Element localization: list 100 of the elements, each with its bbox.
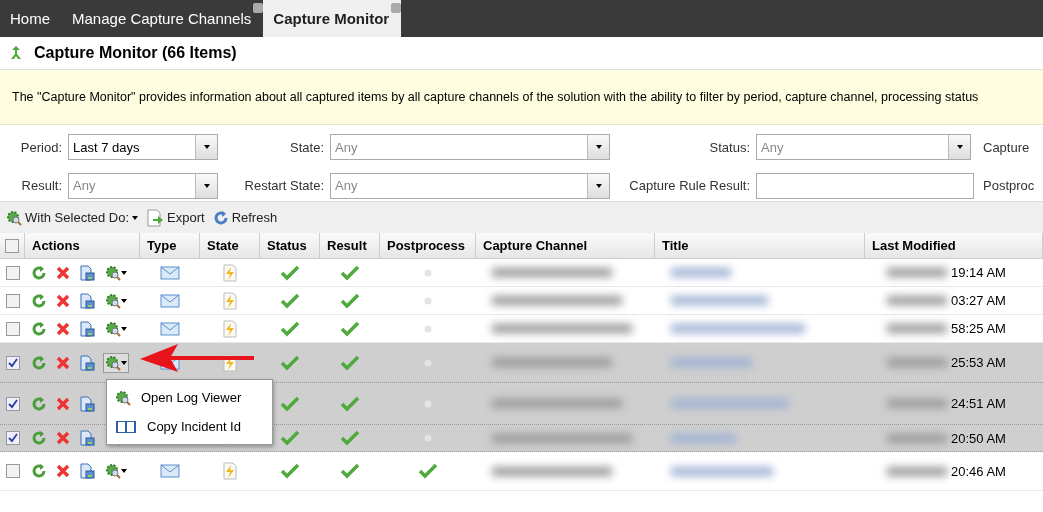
envelope-icon (160, 464, 180, 478)
tick-icon (7, 398, 18, 409)
tab[interactable]: Capture Monitor (263, 0, 402, 37)
filter-select[interactable]: Last 7 days (68, 134, 218, 161)
filter-select[interactable]: Any (330, 172, 610, 199)
toolbar-button[interactable]: With Selected Do: (6, 209, 139, 226)
tick-icon (7, 357, 18, 368)
refresh-icon (31, 264, 47, 281)
envelope-icon (160, 293, 180, 308)
column-header[interactable]: Type (140, 233, 200, 258)
caret-icon (121, 326, 127, 331)
delete-icon (55, 292, 71, 309)
checkmark-icon (340, 264, 360, 281)
log-menu-button[interactable] (103, 461, 129, 481)
refresh-icon (31, 430, 47, 446)
filter-select[interactable]: Any (68, 172, 218, 199)
caret-icon (121, 270, 127, 275)
menu-item[interactable]: Open Log Viewer (107, 383, 272, 412)
toolbar-button[interactable]: Refresh (212, 209, 278, 226)
close-icon[interactable] (253, 3, 264, 13)
export-icon (146, 208, 165, 227)
redacted-text (671, 268, 731, 277)
close-icon[interactable] (391, 3, 402, 13)
checkbox[interactable] (5, 355, 20, 370)
column-header[interactable]: Actions (25, 233, 140, 258)
redacted-text (887, 358, 947, 367)
tab[interactable]: Home (0, 0, 62, 37)
checkmark-icon (280, 320, 300, 337)
delete-icon (55, 264, 71, 281)
caret-icon (203, 145, 210, 150)
toolbar-button[interactable]: Export (146, 208, 205, 227)
column-header[interactable]: Last Modified (865, 233, 1043, 258)
checkbox[interactable] (5, 265, 20, 280)
document-save-icon (79, 430, 95, 446)
delete-icon (55, 395, 71, 412)
refresh-icon (31, 354, 47, 371)
table-cell: 03:27 AM (951, 293, 1006, 308)
gears-icon (6, 209, 22, 226)
checkbox[interactable] (5, 431, 20, 445)
table-row[interactable]: 25:53 AM (0, 343, 1043, 383)
checkmark-icon (280, 430, 300, 446)
filter-label: Result: (20, 178, 62, 194)
tick-icon (7, 433, 18, 443)
column-header[interactable]: Result (320, 233, 380, 258)
checkbox[interactable] (5, 464, 20, 478)
column-header[interactable]: Postprocess (380, 233, 476, 258)
dot-icon (424, 296, 432, 305)
filter-label: Restart State: (243, 178, 324, 194)
column-header[interactable]: Status (260, 233, 320, 258)
caret-icon (121, 360, 127, 365)
table-cell: 24:51 AM (951, 396, 1006, 411)
delete-icon (55, 463, 71, 479)
redacted-text (887, 268, 947, 277)
dot-icon (424, 324, 432, 333)
refresh-icon (31, 292, 47, 309)
caret-icon (121, 469, 127, 473)
refresh-icon (212, 209, 229, 226)
lightning-document-icon (222, 319, 238, 338)
filter-label: Capture (982, 139, 1031, 155)
book-icon (115, 418, 137, 435)
filter-label: Period: (19, 139, 62, 155)
lightning-document-icon (222, 291, 238, 310)
filter-input[interactable] (756, 172, 974, 199)
column-header[interactable]: State (200, 233, 260, 258)
table-cell: 20:46 AM (951, 463, 1006, 479)
checkmark-icon (280, 292, 300, 309)
page-title: Capture Monitor (66 Items) (34, 44, 237, 62)
delete-icon (55, 320, 71, 337)
tab[interactable]: Manage Capture Channels (62, 0, 264, 37)
checkmark-icon (340, 395, 360, 412)
gear-magnifier-icon (105, 354, 121, 371)
gear-magnifier-icon (105, 292, 121, 309)
checkmark-icon (340, 354, 360, 371)
refresh-icon (31, 395, 47, 412)
caret-icon (595, 145, 602, 150)
checkmark-icon (418, 463, 438, 479)
dot-icon (424, 268, 432, 277)
filter-select[interactable]: Any (756, 134, 971, 161)
caret-icon (203, 183, 210, 188)
column-header[interactable]: Title (655, 233, 865, 258)
checkbox[interactable] (5, 238, 19, 253)
checkmark-icon (340, 430, 360, 446)
log-menu-button[interactable] (103, 352, 129, 373)
document-save-icon (79, 264, 95, 281)
column-header[interactable]: Capture Channel (476, 233, 655, 258)
checkbox[interactable] (5, 321, 20, 336)
capture-icon (8, 45, 24, 61)
lightning-document-icon (222, 263, 238, 282)
info-text: The "Capture Monitor" provides information about all captured items by all capture channels of the solution with the ability to filter by period, capture channel, processing status (12, 90, 979, 104)
checkbox[interactable] (5, 396, 20, 411)
checkbox[interactable] (5, 293, 20, 308)
gear-magnifier-icon (105, 264, 121, 281)
caret-icon (595, 183, 602, 188)
redacted-text (887, 399, 947, 408)
checkmark-icon (280, 395, 300, 412)
caret-icon (956, 145, 963, 150)
filter-select[interactable]: Any (330, 134, 610, 161)
filter-label: Postproc (982, 178, 1036, 194)
envelope-icon (160, 321, 180, 336)
caret-icon (132, 215, 139, 220)
